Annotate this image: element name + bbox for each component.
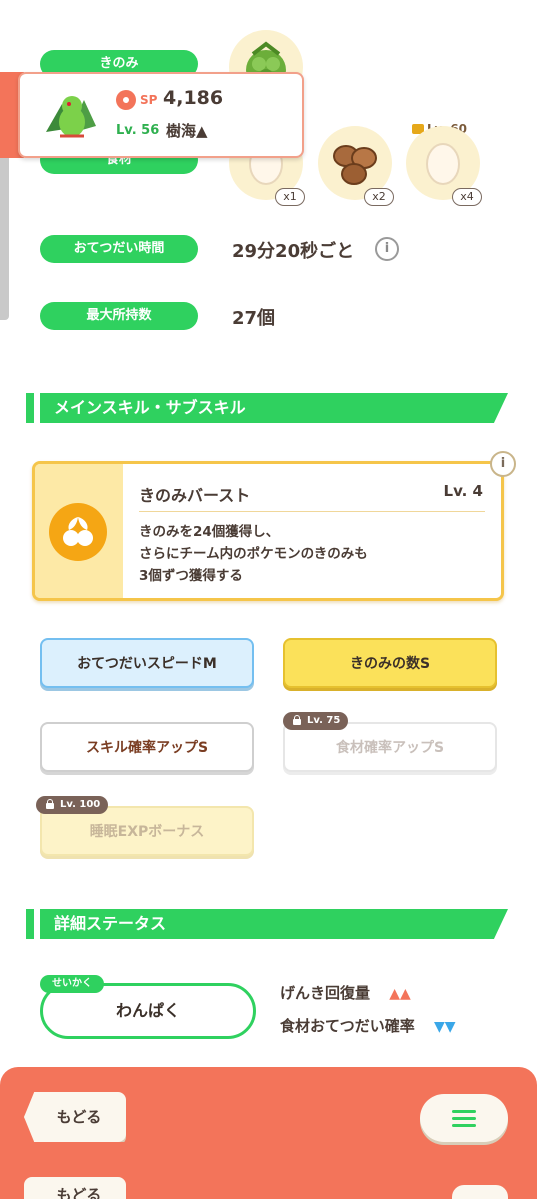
- berry-burst-icon: [49, 503, 107, 561]
- sub-skill-helping-speed[interactable]: おてつだいスピードM: [40, 638, 254, 688]
- max-carry-value: 27個: [232, 308, 276, 329]
- sub-skill-skill-trigger[interactable]: スキル確率アップS: [40, 722, 254, 772]
- hamburger-icon: [452, 1110, 476, 1113]
- hamburger-icon: [452, 1124, 476, 1127]
- decrease-arrows-icon: ▼▼: [433, 1019, 456, 1035]
- back-button[interactable]: もどる: [24, 1092, 126, 1142]
- skill-text-panel: きのみバースト Lv. 4 きのみを24個獲得し、 さらにチーム内のポケモンのき…: [123, 464, 501, 598]
- sp-icon: [116, 90, 136, 110]
- ingredient-slot-2[interactable]: x2: [318, 126, 394, 206]
- skill-description-line: さらにチーム内のポケモンのきのみも: [139, 546, 368, 562]
- skill-icon-panel: [35, 464, 123, 598]
- menu-button[interactable]: [420, 1094, 508, 1142]
- section-title: メインスキル・サブスキル: [40, 393, 508, 423]
- nature-effect-down: 食材おてつだい確率 ▼▼: [280, 1015, 455, 1036]
- section-header-skills: メインスキル・サブスキル: [26, 393, 508, 423]
- pokemon-level: Lv. 56: [116, 123, 160, 138]
- increase-arrows-icon: ▲▲: [389, 986, 411, 1002]
- help-time-label: おてつだい時間: [40, 235, 198, 263]
- nature-tag: せいかく: [40, 975, 104, 993]
- skill-info-icon[interactable]: i: [490, 451, 516, 477]
- section-title: 詳細ステータス: [40, 909, 508, 939]
- skill-level: Lv. 4: [443, 482, 483, 500]
- lock-badge-lv100: Lv. 100: [36, 796, 109, 814]
- menu-button-ghost: [452, 1185, 508, 1199]
- scrollbar[interactable]: [0, 150, 9, 320]
- sp-value: 4,186: [163, 87, 224, 109]
- ingredient-count: x4: [452, 188, 482, 206]
- section-accent: [26, 393, 34, 423]
- ingredient-slot-3[interactable]: x4: [406, 126, 482, 206]
- skill-description-line: きのみを24個獲得し、: [139, 524, 280, 540]
- section-header-details: 詳細ステータス: [26, 909, 508, 939]
- skill-description-line: 3個ずつ獲得する: [139, 568, 243, 584]
- info-icon[interactable]: i: [375, 237, 399, 261]
- nature-effect-up: げんき回復量 ▲▲: [280, 982, 411, 1003]
- help-time-value: 29分20秒ごと: [232, 241, 355, 262]
- hamburger-icon: [452, 1117, 476, 1120]
- main-skill-card[interactable]: きのみバースト Lv. 4 きのみを24個獲得し、 さらにチーム内のポケモンのき…: [32, 461, 504, 601]
- section-accent: [26, 909, 34, 939]
- lock-badge-lv75: Lv. 75: [283, 712, 349, 730]
- sub-skill-berry-count[interactable]: きのみの数S: [283, 638, 497, 688]
- max-carry-label: 最大所持数: [40, 302, 198, 330]
- ingredient-count: x2: [364, 188, 394, 206]
- back-button-ghost: もどる: [24, 1177, 126, 1199]
- pokemon-area: 樹海▲: [166, 122, 208, 140]
- skill-name: きのみバースト: [139, 486, 251, 505]
- nature-effect-label: げんき回復量: [280, 984, 371, 1002]
- nature-effect-label: 食材おてつだい確率: [280, 1017, 415, 1035]
- skill-divider: [139, 511, 485, 512]
- ingredient-count: x1: [275, 188, 305, 206]
- pokemon-sprite: [46, 96, 96, 138]
- skill-description: きのみを24個獲得し、 さらにチーム内のポケモンのきのみも 3個ずつ獲得する: [139, 521, 368, 587]
- pokemon-summary-card[interactable]: SP 4,186 Lv. 56 樹海▲: [18, 72, 304, 158]
- sp-label: SP: [140, 93, 158, 107]
